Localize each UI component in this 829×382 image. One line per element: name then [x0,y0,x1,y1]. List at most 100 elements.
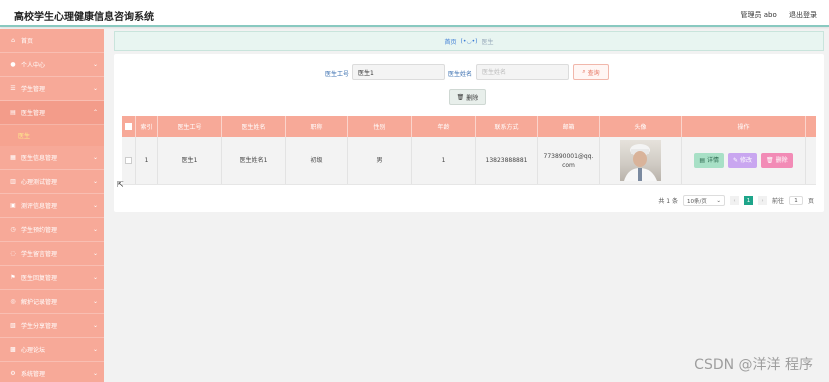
doctor-name-label: 医生姓名 [448,71,473,78]
table-cell [122,137,136,184]
cell-title: 初级 [310,157,323,164]
home-icon: ⌂ [11,37,15,44]
sidebar-item-label: 心理论坛 [21,347,46,354]
cell-email: 773890001@qq.com [543,152,594,169]
trash-icon: 🗑 [456,93,465,101]
chevron-down-icon: ⌄ [92,370,98,377]
chevron-down-icon: ⌄ [92,346,98,353]
edit-button[interactable]: ✎ 修改 [728,153,758,168]
sidebar-item-12[interactable]: ▩ 心理论坛 ⌄ [0,338,104,362]
goto-label: 前往 [771,198,784,205]
avatar [620,140,661,181]
sidebar-item-label: 学生分享管理 [21,323,58,330]
page-size-select[interactable]: 10条/页 ⌄ [682,195,725,206]
logout-link[interactable]: 退出登录 [789,11,817,19]
sidebar-item-label: 系统管理 [21,371,46,378]
select-all-checkbox[interactable] [125,123,132,130]
doctor-name-input[interactable] [476,64,569,80]
table-cell: ▤ 详情 ✎ 修改 🗑 删除 [682,137,806,184]
sidebar-item-2[interactable]: ☰ 学生管理 ⌄ [0,77,104,101]
share-icon: ▧ [10,322,16,329]
breadcrumb-separator-icon: (•◡•) [460,37,478,45]
sidebar-item-8[interactable]: ◌ 学生留言管理 ⌄ [0,242,104,266]
sidebar-item-0[interactable]: ⌂ 首页 [0,29,104,53]
cell-age: 1 [441,157,446,164]
prev-page-button[interactable]: ‹ [729,196,739,205]
chevron-down-icon: ⌄ [92,202,98,209]
sidebar-item-label: 个人中心 [21,62,46,69]
query-button[interactable]: ⌕ 查询 [573,64,609,80]
column-header[interactable]: 联系方式 [476,116,538,137]
sidebar-menu: ⌂ 首页 ● 个人中心 ⌄ ☰ 学生管理 ⌄ ▤ 医生管理 ⌃ 医生 ▦ 医生信息管理 ⌄ ▥ 心理测试管理 ⌄ ▣… [0,29,104,382]
sidebar-item-9[interactable]: ⚑ 医生回复管理 ⌄ [0,266,104,290]
next-page-button[interactable]: › [757,196,767,205]
chevron-down-icon: ⌄ [92,274,98,281]
trash-icon: 🗑 [766,157,774,164]
doctor-id-input[interactable] [352,64,445,80]
sidebar-item-6[interactable]: ▣ 测评信息管理 ⌄ [0,194,104,218]
doctor-id-label: 医生工号 [325,71,350,78]
column-header[interactable]: 邮箱 [538,116,600,137]
sidebar-item-3[interactable]: ▤ 医生管理 ⌃ [0,101,104,125]
column-header: 索引 [136,116,158,137]
query-button-label: 查询 [587,69,600,77]
table-cell: 医生姓名1 [222,137,286,184]
main-panel: 医生工号 医生姓名 ⌕ 查询 🗑 删除 索引医生工号医生姓名职称性别年龄联系方式… [114,54,824,212]
column-header[interactable]: 职称 [286,116,348,137]
sidebar-subitem-doctor[interactable]: 医生 [0,125,104,146]
select-all-cell [122,116,136,137]
table-cell: 773890001@qq.com [538,137,600,184]
sidebar-item-label: 首页 [21,38,34,45]
delete-button[interactable]: 🗑 删除 [761,153,793,168]
detail-button[interactable]: ▤ 详情 [694,153,724,168]
sidebar-item-label: 解护记录管理 [21,299,58,306]
sidebar-item-1[interactable]: ● 个人中心 ⌄ [0,53,104,77]
sidebar-item-7[interactable]: ◷ 学生预约管理 ⌄ [0,218,104,242]
table-cell: 男 [348,137,412,184]
info-icon: ▦ [10,154,16,161]
sidebar-item-11[interactable]: ▧ 学生分享管理 ⌄ [0,314,104,338]
sidebar-item-5[interactable]: ▥ 心理测试管理 ⌄ [0,170,104,194]
list-icon: ☰ [10,85,16,92]
cell-gender: 男 [376,157,383,164]
sidebar-item-label: 测评信息管理 [21,203,58,210]
page-unit-label: 页 [807,198,814,205]
record-icon: ◎ [10,298,16,305]
column-header[interactable]: 头像 [600,116,682,137]
column-header[interactable]: 医生工号 [158,116,222,137]
pagination: 共 1 条 10条/页 ⌄ ‹ 1 › 前往 1 页 [653,195,814,206]
column-header[interactable]: 医生姓名 [222,116,286,137]
breadcrumb-home[interactable]: 首页 [444,37,456,46]
chevron-down-icon: ⌄ [92,85,98,92]
settings-icon: ⚙ [10,370,16,377]
sidebar-item-label: 医生管理 [21,110,46,117]
breadcrumb-current: 医生 [481,38,494,46]
sidebar-item-4[interactable]: ▦ 医生信息管理 ⌄ [0,146,104,170]
sidebar-item-10[interactable]: ◎ 解护记录管理 ⌄ [0,290,104,314]
column-header[interactable]: 性别 [348,116,412,137]
sidebar-item-label: 学生留言管理 [21,251,58,258]
app-title: 高校学生心理健康信息咨询系统 [14,12,154,23]
sidebar-item-label: 学生管理 [21,86,46,93]
chevron-down-icon: ⌄ [92,226,98,233]
page-size-value: 10条/页 [686,198,707,205]
current-user-label: 管理员 abo [740,11,777,19]
table-header: 索引 医生工号 医生姓名 职称 性别 年龄 联系方式 邮箱 头像 操作 [122,116,816,137]
cell-doctor-name: 医生姓名1 [239,157,268,164]
cell-phone: 13823888881 [485,157,528,164]
row-checkbox[interactable] [125,157,132,164]
sidebar-item-13[interactable]: ⚙ 系统管理 ⌄ [0,362,104,382]
total-count: 共 1 条 [658,198,678,205]
table-row: 1 医生1 医生姓名1 初级 男 1 13823888881 773890001@qq.com… [122,137,816,185]
cell-doctor-id: 医生1 [181,157,198,164]
breadcrumb: 首页 (•◡•) 医生 [114,31,824,51]
chevron-up-icon: ⌃ [92,109,98,116]
chevron-down-icon: ⌄ [92,250,98,257]
page-number-current[interactable]: 1 [743,196,753,205]
column-header: 操作 [682,116,806,137]
table-cell: 13823888881 [476,137,538,184]
header-user-area: 管理员 abo 退出登录 [731,10,817,20]
batch-delete-button[interactable]: 🗑 删除 [449,89,486,105]
column-header[interactable]: 年龄 [412,116,476,137]
goto-page-input[interactable]: 1 [788,196,803,205]
